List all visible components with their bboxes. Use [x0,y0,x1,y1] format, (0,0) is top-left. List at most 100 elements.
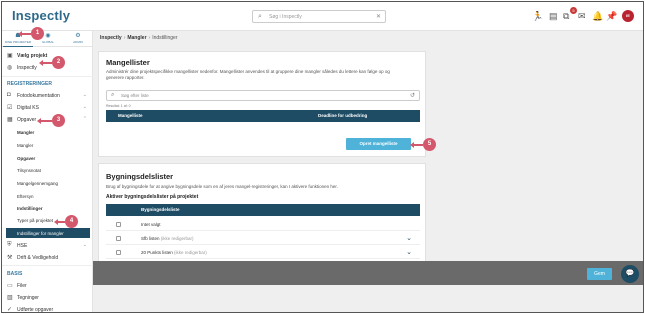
section-basis: BASIS [7,271,23,277]
sidebar-item-label: Digital KS [17,105,39,111]
sidebar-subitem-eftersyn[interactable]: Eftersyn [17,194,34,199]
mangellister-description: Administrér dine projektspecifikke mange… [106,69,390,80]
sidebar-item-drift-vedligehold[interactable]: ⚒ Drift & Vedligehold [2,253,93,263]
sidebar-subitem-tilsynsnotat[interactable]: Tilsynsnotat [17,168,41,173]
row-label: Sfb listen (ikke redigerbar) [141,236,194,241]
top-bar: Inspectly ⌕ Søg i Inspectly ✕ 🏃 ▤ ⧉ ✉ 5 … [2,2,643,31]
column-header[interactable]: Deadline for udbedring [318,113,367,118]
project-icon: ◍ [7,65,13,71]
drawing-icon: ▧ [7,295,13,301]
row-note: (ikke redigerbar) [160,236,194,241]
tab-label: DINE PROJEKTER [4,40,31,44]
check-icon: ✓ [7,307,13,313]
annotation-marker-4: 4 [65,215,78,228]
mode-tabs: ☗ DINE PROJEKTER ◉ GLOBAL ⚙ ADMIN [2,31,93,47]
chevron-up-icon: ⌃ [82,116,87,122]
camera-icon: ◘ [7,92,11,98]
bygningsdelsliste-row[interactable]: 20 Punkts listen (ikke redigerbar) ⌄ [106,246,420,259]
annotation-arrow [18,31,31,37]
result-count: Resultat: 1 af: 0 [106,104,131,108]
chevron-down-icon: ⌄ [82,104,87,110]
sidebar-subitem-mangler-heading: Mangler [17,130,35,135]
sidebar-item-tegninger[interactable]: ▧ Tegninger [2,293,93,303]
search-placeholder: Søg i Inspectly [269,14,302,20]
bygningsdelsliste-row[interactable]: Intet valgt [106,218,420,231]
sidebar-item-hse[interactable]: ⛨ HSE ⌄ [2,241,93,251]
select-checkbox[interactable] [116,250,121,255]
mangelliste-table-header: Mangelliste Deadline for udbedring [106,110,420,122]
bell-icon[interactable]: 🔔 [592,11,603,21]
sidebar-subitem-opgaver-heading: Opgaver [17,156,36,161]
sidebar-item-label: Filer [17,283,27,289]
sidebar-item-label: Drift & Vedligehold [17,255,59,261]
inbox-icon[interactable]: ✉ [578,11,586,21]
row-label-text: 20 Punkts listen [141,250,173,255]
breadcrumb-item[interactable]: Mangler [127,35,146,41]
sidebar-subitem-indstillinger-heading: Indstillinger [17,206,43,211]
annotation-marker-1: 1 [31,27,44,40]
user-avatar[interactable]: IE [622,10,634,22]
sidebar-subitem-typer-paa-projektet[interactable]: Typer på projektet [17,218,53,223]
bygningsdelsliste-row[interactable]: Sfb listen (ikke redigerbar) ⌄ [106,232,420,245]
column-header: Bygningsdelsliste [141,207,180,212]
clipboard-icon: ▦ [7,117,13,123]
gear-icon: ⚙ [75,33,81,39]
pin-icon[interactable]: 📌 [606,11,617,21]
footer-bar: Gem 💬 [93,261,643,285]
current-project[interactable]: ◍ Inspectly [2,63,93,73]
tab-admin[interactable]: ⚙ ADMIN [63,31,93,47]
sidebar-subitem-mangelgennemgang[interactable]: Mangelgennemgang [17,181,58,186]
sidebar-subitem-indstillinger-for-mangler[interactable]: Indstillinger for mangler [6,228,90,238]
annotation-arrow [54,219,65,225]
devices-icon[interactable]: ⧉ [563,11,569,21]
bygningsdelslister-subtitle: Aktiver bygningsdelslister på projektet [106,194,199,200]
annotation-marker-5: 5 [423,138,436,151]
sidebar-subitem-mangler[interactable]: Mangler [17,143,33,148]
person-run-icon[interactable]: 🏃 [532,11,543,21]
choose-project-button[interactable]: ▣ Vælg projekt [2,51,93,61]
app-logo[interactable]: Inspectly [12,8,70,23]
sidebar-item-fotodokumentation[interactable]: ◘ Fotodokumentation ⌄ [2,91,93,101]
bygningsdelslister-title: Bygningsdelslister [106,172,174,181]
search-icon: ⌕ [111,92,115,98]
breadcrumb-item[interactable]: Inspectly [100,35,122,41]
select-checkbox[interactable] [116,222,121,227]
select-checkbox[interactable] [116,236,121,241]
sidebar-item-digital-ks[interactable]: ☑ Digital KS ⌄ [2,103,93,113]
wrench-icon: ⚒ [7,255,13,261]
annotation-arrow [410,142,423,148]
app-window: Inspectly ⌕ Søg i Inspectly ✕ 🏃 ▤ ⧉ ✉ 5 … [1,1,644,313]
shield-icon: ⛨ [7,242,12,248]
row-label: 20 Punkts listen (ikke redigerbar) [141,250,207,255]
breadcrumb-separator: › [148,35,151,41]
mangellister-card: Mangellister Administrér dine projektspe… [98,51,426,157]
sidebar-item-label: Opgaver [17,117,37,123]
row-note: (ikke redigerbar) [174,250,207,255]
save-button[interactable]: Gem [587,268,612,280]
tasks-icon[interactable]: ▤ [549,11,558,21]
reset-icon[interactable]: ↺ [410,92,415,99]
mangelliste-search-input[interactable]: ⌕ Søg efter liste ↺ [106,90,420,101]
annotation-arrow [39,60,52,66]
create-mangelliste-button[interactable]: Opret mangelliste [346,138,411,150]
divider [2,76,93,77]
choose-project-label: Vælg projekt [17,53,48,59]
section-registreringer: REGISTRERINGER [7,81,53,87]
breadcrumb-separator: › [123,35,126,41]
annotation-marker-3: 3 [52,114,65,127]
row-label-text: Intet valgt [141,222,161,227]
column-header[interactable]: Mangelliste [118,113,143,118]
search-icon: ⌕ [258,13,262,20]
bygningsdelsliste-table-header: Bygningsdelsliste [106,204,420,216]
sidebar-item-udfoerte-opgaver[interactable]: ✓ Udførte opgaver [2,305,93,313]
building-icon: ▣ [7,53,13,59]
chevron-down-icon[interactable]: ⌄ [406,234,412,242]
mangellister-title: Mangellister [106,58,150,67]
clear-icon[interactable]: ✕ [376,13,381,20]
annotation-arrow [37,118,52,124]
chat-icon[interactable]: 💬 [621,265,639,283]
checklist-icon: ☑ [7,105,13,111]
global-search-input[interactable]: ⌕ Søg i Inspectly ✕ [252,10,386,23]
sidebar-item-filer[interactable]: ▭ Filer [2,281,93,291]
chevron-down-icon[interactable]: ⌄ [406,248,412,256]
